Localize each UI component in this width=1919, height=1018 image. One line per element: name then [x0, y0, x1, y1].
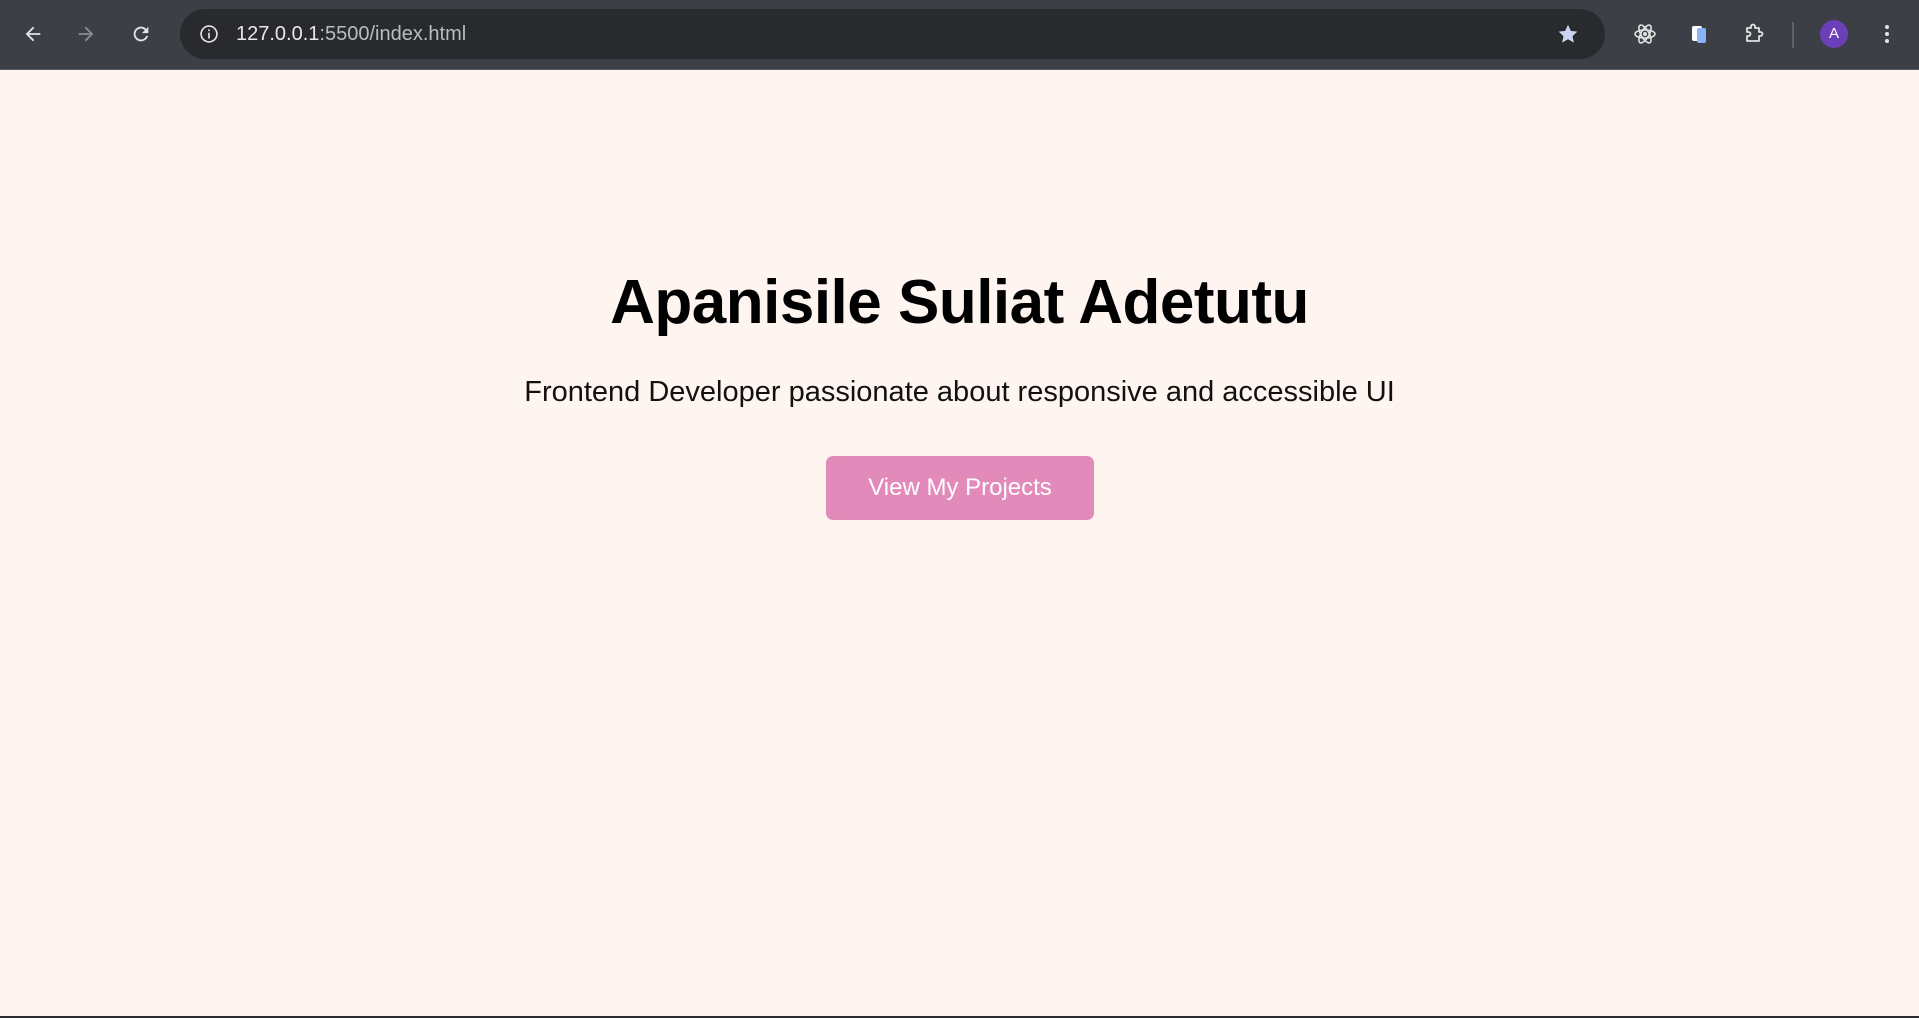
back-button[interactable] — [11, 12, 55, 56]
toolbar-divider — [1792, 22, 1794, 48]
info-icon — [200, 25, 218, 43]
puzzle-icon — [1746, 23, 1764, 42]
star-icon — [1558, 24, 1578, 43]
arrow-left-icon — [25, 26, 41, 42]
browser-menu-button[interactable] — [1867, 14, 1907, 54]
page-viewport: Apanisile Suliat Adetutu Frontend Develo… — [0, 70, 1919, 1016]
url-text[interactable]: 127.0.0.1:5500/index.html — [236, 23, 466, 45]
kebab-menu-icon — [1885, 25, 1889, 43]
react-atom-icon — [1634, 24, 1656, 44]
reload-icon — [133, 26, 149, 42]
reload-button[interactable] — [119, 12, 163, 56]
url-host: 127.0.0.1 — [236, 23, 320, 45]
arrow-right-icon — [78, 26, 94, 42]
bookmark-button[interactable] — [1553, 19, 1583, 49]
url-path: :5500/index.html — [319, 23, 467, 45]
document-extension-icon — [1692, 26, 1706, 43]
view-projects-button[interactable]: View My Projects — [826, 456, 1094, 520]
forward-button[interactable] — [64, 12, 108, 56]
page-title: Apanisile Suliat Adetutu — [610, 268, 1309, 337]
document-extension[interactable] — [1679, 14, 1719, 54]
address-bar[interactable]: 127.0.0.1:5500/index.html — [180, 9, 1605, 59]
site-info-button[interactable] — [194, 19, 224, 49]
profile-avatar[interactable]: A — [1820, 20, 1848, 48]
page-subtitle: Frontend Developer passionate about resp… — [524, 376, 1395, 408]
extensions-button[interactable] — [1734, 14, 1774, 54]
browser-toolbar: 127.0.0.1:5500/index.html A — [0, 0, 1919, 70]
react-devtools-extension[interactable] — [1625, 14, 1665, 54]
